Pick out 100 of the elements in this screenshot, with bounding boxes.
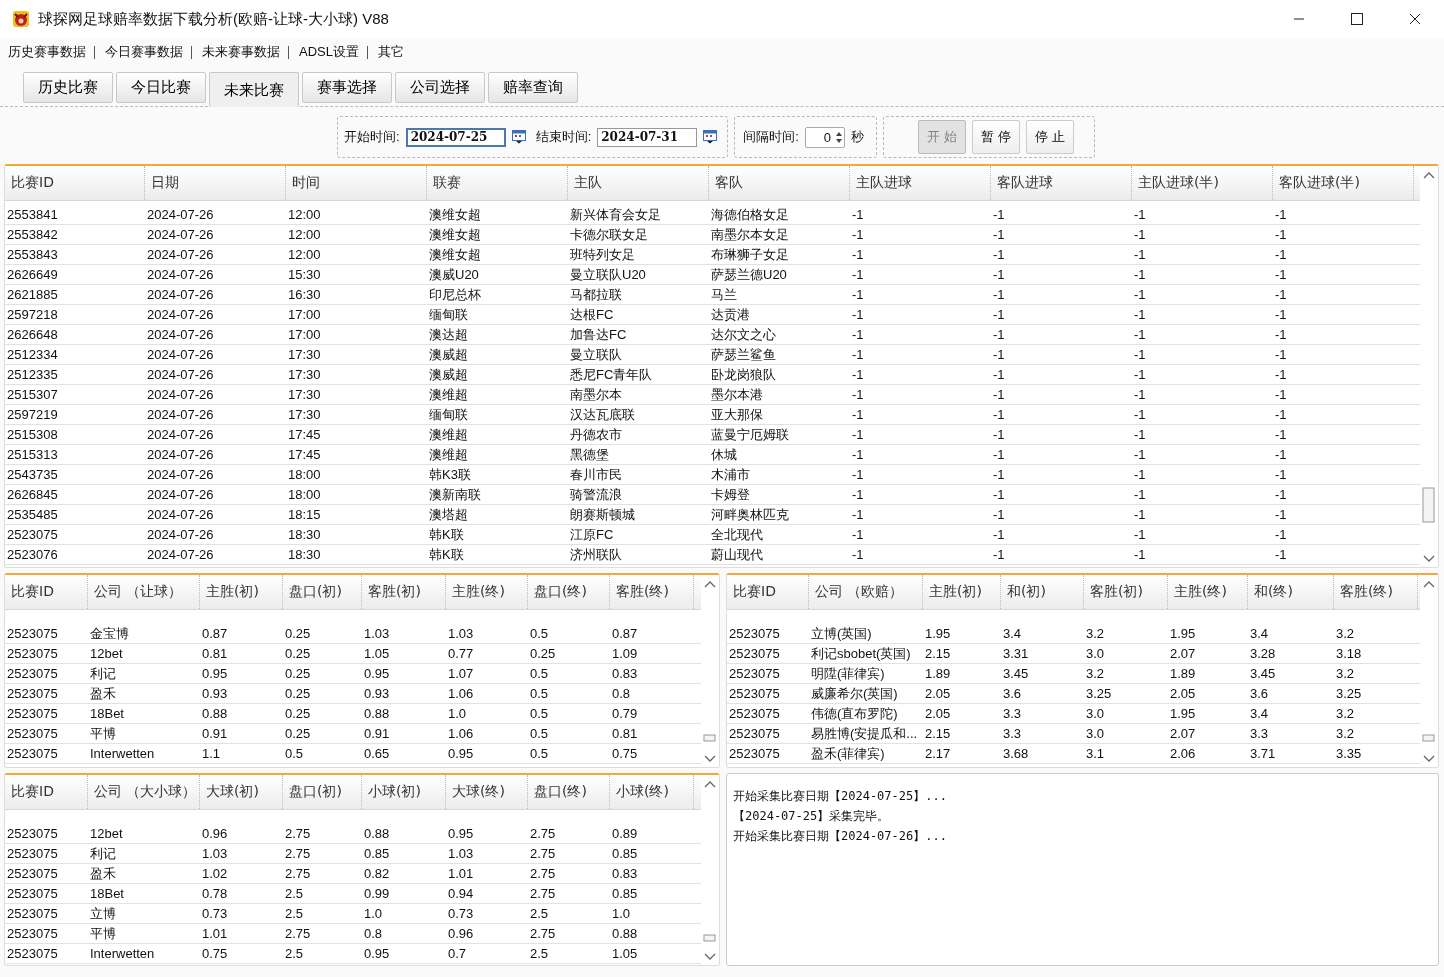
column-header[interactable]: 客队进球 — [991, 166, 1132, 200]
table-cell-text: 2626648 — [6, 326, 59, 344]
table-cell-text: 2523075 — [6, 665, 59, 683]
interval-spinner[interactable]: 0 — [804, 126, 845, 148]
table-cell-text: 3.35 — [1335, 745, 1363, 763]
table-cell-text: 1.95 — [924, 625, 952, 643]
table-cell-text: 1.05 — [611, 945, 639, 963]
column-header[interactable]: 主胜(终) — [1168, 575, 1248, 609]
scrollbar[interactable] — [701, 775, 719, 965]
table-cell-text: 达根FC — [569, 306, 615, 324]
tab[interactable]: 历史比赛 — [23, 72, 113, 103]
start-date-field[interactable]: 2024-07-25 — [405, 127, 506, 147]
table-cell-text: 1.03 — [363, 625, 391, 643]
column-header[interactable]: 客胜(终) — [610, 575, 694, 609]
column-header[interactable]: 比赛ID — [5, 775, 88, 809]
table-cell-text: 2024-07-26 — [146, 326, 215, 344]
table-cell-text: 金宝博 — [89, 625, 130, 643]
column-header[interactable]: 小球(初) — [362, 775, 446, 809]
table-cell-text: 澳威超 — [428, 366, 469, 384]
table-cell-text: 17:30 — [287, 406, 322, 424]
table-cell-text: 1.02 — [201, 865, 229, 883]
table-cell-text: 0.25 — [284, 705, 312, 723]
menu-item[interactable]: 其它 — [377, 43, 412, 61]
column-header[interactable]: 时间 — [286, 166, 427, 200]
column-header[interactable]: 客胜(终) — [1334, 575, 1418, 609]
tab[interactable]: 今日比赛 — [116, 72, 206, 103]
table-cell-text: 3.18 — [1335, 645, 1363, 663]
end-time-label: 结束时间: — [535, 128, 592, 146]
column-header[interactable]: 比赛ID — [5, 166, 145, 200]
table-cell-text: 0.95 — [447, 745, 475, 763]
table-cell-text: -1 — [1133, 526, 1147, 544]
table-cell-text: -1 — [992, 326, 1006, 344]
column-header[interactable]: 盘口(终) — [528, 775, 610, 809]
column-header[interactable]: 客队 — [709, 166, 850, 200]
table-cell-text: -1 — [1133, 266, 1147, 284]
table-cell-text: -1 — [851, 526, 865, 544]
column-header[interactable]: 和(终) — [1248, 575, 1334, 609]
menu-item[interactable]: 历史赛事数据 — [8, 43, 94, 61]
table-cell-text: -1 — [992, 366, 1006, 384]
column-header[interactable]: 主队 — [568, 166, 709, 200]
close-icon[interactable] — [1409, 13, 1421, 25]
tab[interactable]: 赔率查询 — [488, 72, 578, 103]
scrollbar[interactable] — [1420, 166, 1438, 567]
action-button[interactable]: 暂停 — [971, 120, 1020, 154]
column-header[interactable]: 大球(初) — [200, 775, 283, 809]
table-cell-text: -1 — [1274, 366, 1288, 384]
column-header[interactable]: 盘口(初) — [283, 575, 362, 609]
table-cell-text: 2597219 — [6, 406, 59, 424]
tab[interactable]: 赛事选择 — [302, 72, 392, 103]
column-header[interactable]: 比赛ID — [727, 575, 809, 609]
column-header[interactable]: 主队进球(半) — [1132, 166, 1273, 200]
column-header[interactable]: 小球(终) — [610, 775, 694, 809]
column-header[interactable]: 公司 （欧赔） — [809, 575, 923, 609]
column-header[interactable]: 主胜(初) — [200, 575, 283, 609]
table-cell-text: 南墨尔本 — [569, 386, 623, 404]
column-header[interactable]: 和(初) — [1001, 575, 1084, 609]
calendar-icon[interactable] — [703, 130, 718, 144]
tab[interactable]: 未来比赛 — [209, 72, 299, 107]
table-cell-text: -1 — [1274, 246, 1288, 264]
table-cell-text: 2626845 — [6, 486, 59, 504]
column-header[interactable]: 盘口(初) — [283, 775, 362, 809]
column-header[interactable]: 大球(终) — [446, 775, 528, 809]
table-cell-text: 盈禾 — [89, 685, 117, 703]
calendar-icon[interactable] — [511, 130, 526, 144]
menu-item[interactable]: ADSL设置 — [299, 43, 367, 61]
table-cell-text: 2515307 — [6, 386, 59, 404]
scrollbar[interactable] — [701, 575, 719, 767]
table-cell-text: 2.5 — [284, 885, 305, 903]
column-header[interactable]: 公司 （让球） — [88, 575, 200, 609]
menu-item[interactable]: 今日赛事数据 — [105, 43, 191, 61]
column-header[interactable]: 公司 （大小球） — [88, 775, 200, 809]
table-cell-text: -1 — [851, 446, 865, 464]
table-cell-text: -1 — [1274, 306, 1288, 324]
table-cell-text: 3.68 — [1002, 745, 1030, 763]
column-header[interactable]: 客胜(初) — [362, 575, 446, 609]
table-cell-text: 3.4 — [1249, 705, 1270, 723]
table-cell-text: 澳维超 — [428, 446, 469, 464]
column-header[interactable]: 盘口(终) — [528, 575, 610, 609]
column-header[interactable]: 主胜(终) — [446, 575, 528, 609]
table-cell-text: 1.1 — [201, 745, 222, 763]
table-cell-text: 17:45 — [287, 446, 322, 464]
table-cell-text: 汉达瓦底联 — [569, 406, 636, 424]
column-header[interactable]: 主队进球 — [850, 166, 991, 200]
table-cell-text: -1 — [1133, 446, 1147, 464]
column-header[interactable]: 比赛ID — [5, 575, 88, 609]
table-cell-text: 黑德堡 — [569, 446, 610, 464]
maximize-icon[interactable] — [1351, 13, 1363, 25]
scrollbar[interactable] — [1420, 575, 1438, 767]
action-button[interactable]: 停止 — [1025, 120, 1074, 154]
column-header[interactable]: 主胜(初) — [923, 575, 1001, 609]
column-header[interactable]: 客胜(初) — [1084, 575, 1168, 609]
tab[interactable]: 公司选择 — [395, 72, 485, 103]
column-header[interactable]: 客队进球(半) — [1273, 166, 1414, 200]
table-cell-text: 2.75 — [284, 865, 312, 883]
menu-item[interactable]: 未来赛事数据 — [202, 43, 288, 61]
end-date-field[interactable]: 2024-07-31 — [597, 127, 698, 147]
column-header[interactable]: 联赛 — [427, 166, 568, 200]
table-cell-text: 蔚山现代 — [710, 546, 764, 564]
column-header[interactable]: 日期 — [145, 166, 286, 200]
table-cell-text: -1 — [851, 266, 865, 284]
